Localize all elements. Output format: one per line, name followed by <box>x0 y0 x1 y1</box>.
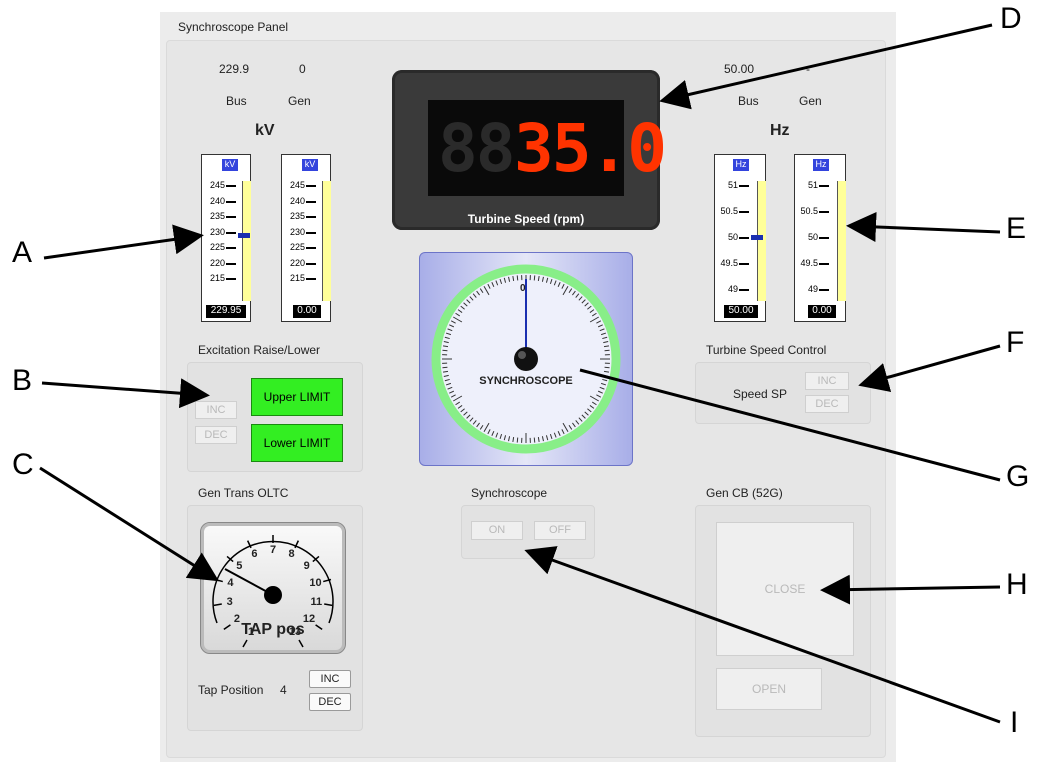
callout-h: H <box>1006 568 1028 601</box>
callout-b: B <box>12 364 33 397</box>
callout-d: D <box>1000 2 1022 35</box>
callout-f: F <box>1006 326 1025 359</box>
callout-lines <box>39 23 1001 724</box>
callout-a: A <box>12 236 33 269</box>
callout-g: G <box>1006 460 1030 493</box>
callout-e: E <box>1006 212 1027 245</box>
callout-i: I <box>1010 706 1019 739</box>
callout-c: C <box>12 448 34 481</box>
